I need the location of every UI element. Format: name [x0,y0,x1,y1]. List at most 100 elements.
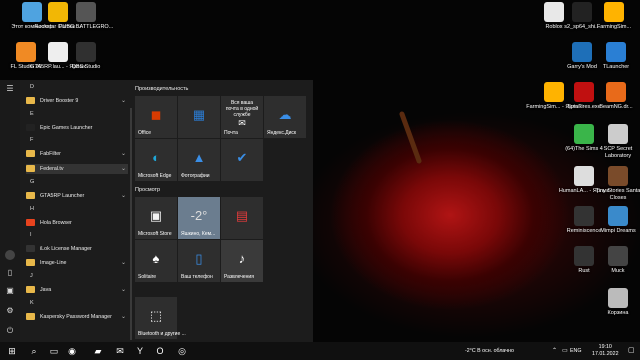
desktop-shortcut[interactable]: Mimpi Dreams [590,206,640,235]
app-list-folder[interactable]: GTA5RP Launcher ⌄ [26,191,128,201]
opera-icon[interactable]: O [154,345,166,357]
app-list-scrollbar[interactable] [130,108,132,340]
start-tile[interactable]: ☁ Яндекс.Диск [264,96,306,138]
start-tile[interactable]: ◼ Office [135,96,177,138]
office-apps-icon: ▦ [192,107,206,122]
news-icon: ▤ [235,208,249,223]
start-tile[interactable]: ◐ Microsoft Edge [135,139,177,181]
file-explorer-icon[interactable]: ▰ [92,345,104,357]
desktop-shortcut[interactable]: Tiny Stories Santa Closes [590,166,640,201]
app-list-folder[interactable]: Java ⌄ [26,285,128,295]
app-list-letter-header[interactable]: E [30,111,34,117]
alice-icon[interactable]: ◉ [66,345,78,357]
mail-icon[interactable]: ✉ [114,345,126,357]
app-list-letter-header[interactable]: F [30,137,33,143]
avatar-icon[interactable] [5,250,15,260]
app-list-folder[interactable]: FabFilter ⌄ [26,149,128,159]
start-tile-label: Microsoft Edge [138,172,172,179]
checkmark-icon: ✔ [236,150,248,165]
app-list-item-label: GTA5RP Launcher [40,193,85,199]
start-tile[interactable]: ⬚ Bluetooth и другие ... [135,297,186,339]
app-list-item[interactable]: iLok License Manager [26,244,128,254]
desktop-shortcut[interactable]: BeamNG.dr... [588,82,640,111]
obs-icon[interactable]: ◎ [176,345,188,357]
farmingsim-icon [604,2,624,22]
hamburger-icon[interactable]: ☰ [5,84,15,94]
folder-icon [26,313,35,321]
chevron-down-icon: ⌄ [120,260,126,266]
start-tile[interactable]: ▤ [221,197,263,239]
app-list-item-label: Hola Browser [40,220,72,226]
desktop-shortcut[interactable]: FarmingSim... [586,2,640,31]
power-icon[interactable]: ⏻ [5,326,15,336]
search-icon[interactable]: ⌕ [28,345,40,357]
apple-stem [398,110,423,165]
phone-icon: ▯ [195,251,203,266]
tray-chevron-icon[interactable]: ⌃ [552,342,557,360]
desktop-shortcut[interactable]: OBS Studio [58,42,114,71]
photos-icon: ▲ [192,150,206,165]
app-list-item-label: Epic Games Launcher [40,125,93,131]
start-tile[interactable]: Вся ваша почта в одной службе ✉ Почта [221,96,263,138]
start-tile-label: Solitaire [138,273,157,280]
desktop-shortcut-label: Muck [611,268,625,274]
app-list-item[interactable]: Hola Browser [26,218,128,228]
app-list-item-label: Federal.tv [40,166,64,172]
start-tile[interactable]: ▣ Microsoft Store [135,197,177,239]
start-tile[interactable]: ♠ Solitaire [135,240,177,282]
clock-date: 17.01.2022 [592,351,619,357]
notifications-icon[interactable]: ▢ [628,342,635,360]
start-tile[interactable]: ✔ [221,139,263,181]
app-list-letter-header[interactable]: I [30,232,32,238]
tile-group-browse: Просмотр [135,187,161,193]
app-list-letter-header[interactable]: K [30,300,34,306]
start-tile[interactable]: ▦ [178,96,220,138]
app-icon [26,245,35,253]
folder-icon [26,286,35,294]
mail-promo-text: Вся ваша почта в одной службе [225,100,259,118]
app-list-letter-header[interactable]: H [30,206,34,212]
documents-icon[interactable]: ▯ [5,268,15,278]
clock[interactable]: 19:10 17.01.2022 [592,344,619,358]
task-view-icon[interactable]: ▭ [48,345,60,357]
desktop-shortcut-label: Tiny Stories Santa Closes [595,188,640,201]
start-tile-label: Почта [224,129,238,136]
chevron-down-icon: ⌄ [120,193,126,199]
app-list-folder[interactable]: Driver Booster 9 ⌄ [26,96,128,106]
pubg-icon [76,2,96,22]
windows-start-icon[interactable]: ⊞ [6,345,18,357]
app-icon [26,219,35,227]
desktop-shortcut-label: BeamNG.dr... [599,104,633,110]
desktop-shortcut[interactable]: Корзина [590,288,640,317]
start-tile[interactable]: ▲ Фотографии [178,139,220,181]
start-menu: ☰ ▯ ▣ ⚙ ⏻ D Driver Booster 9 ⌄ E Epic Games … [0,80,313,342]
app-list-letter-header[interactable]: D [30,84,34,90]
app-list-letter-header[interactable]: J [30,273,33,279]
app-list-folder[interactable]: Image-Line ⌄ [26,258,128,268]
app-list-letter-header[interactable]: G [30,179,34,185]
app-list-item-label: Kaspersky Password Manager [40,314,112,320]
desktop-shortcut[interactable]: SCP Secret Laboratory [590,124,640,159]
app-list-item[interactable]: Epic Games Launcher [26,123,128,133]
pictures-icon[interactable]: ▣ [5,286,15,296]
recycle-bin-icon [608,288,628,308]
yandex-browser-icon[interactable]: Y [134,345,146,357]
yandex-disk-icon: ☁ [278,107,292,122]
network-icon[interactable]: ▭ [562,342,568,360]
start-tile[interactable]: ♪ Развлечения [221,240,263,282]
start-tile[interactable]: -2° Яшкино, Кем... [178,197,220,239]
clock-time: 19:10 [598,344,612,350]
start-tile-label: Ваш телефон [181,273,213,280]
desktop-shortcut[interactable]: PUBG BATTLEGRO... [58,2,114,31]
start-tile[interactable]: ▯ Ваш телефон [178,240,220,282]
office-icon: ◼ [150,107,162,122]
settings-icon[interactable]: ⚙ [5,306,15,316]
language-indicator[interactable]: ENG [570,342,581,360]
app-list-folder[interactable]: Federal.tv ⌄ [26,164,128,174]
desktop-shortcut[interactable]: TLauncher [588,42,640,71]
weather-icon: -2° [190,208,208,223]
entertainment-icon: ♪ [238,251,246,266]
weather-widget[interactable]: -2°C В осн. облачно [465,342,514,360]
desktop-shortcut[interactable]: Muck [590,246,640,275]
app-list-folder[interactable]: Kaspersky Password Manager ⌄ [26,312,128,322]
